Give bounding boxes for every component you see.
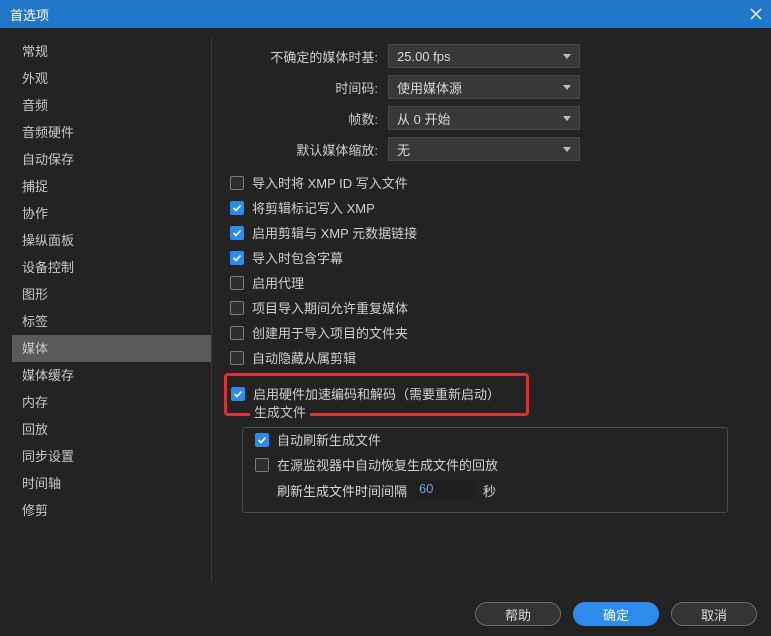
checkbox-box <box>230 276 244 290</box>
checkbox-restore-playback[interactable]: 在源监视器中自动恢复生成文件的回放 <box>255 455 715 474</box>
dropdown-indeterminate-timebase[interactable]: 25.00 fps <box>388 44 580 68</box>
checkbox-box <box>255 458 269 472</box>
sidebar-item[interactable]: 设备控制 <box>12 254 211 281</box>
checkbox-box <box>230 326 244 340</box>
sidebar-item[interactable]: 标签 <box>12 308 211 335</box>
label-frames: 帧数: <box>230 109 388 128</box>
checkbox-box <box>255 433 269 447</box>
checkbox-box <box>231 387 245 401</box>
checkbox-row[interactable]: 启用剪辑与 XMP 元数据链接 <box>230 223 755 242</box>
close-icon[interactable] <box>749 7 763 21</box>
sidebar-item[interactable]: 操纵面板 <box>12 227 211 254</box>
checkbox-label: 将剪辑标记写入 XMP <box>252 198 375 217</box>
dropdown-timecode[interactable]: 使用媒体源 <box>388 75 580 99</box>
dropdown-default-scale[interactable]: 无 <box>388 137 580 161</box>
refresh-interval-input[interactable]: 60 <box>415 480 475 500</box>
checkbox-label: 启用剪辑与 XMP 元数据链接 <box>252 223 417 242</box>
sidebar-item[interactable]: 常规 <box>12 38 211 65</box>
checkbox-auto-refresh[interactable]: 自动刷新生成文件 <box>255 430 715 449</box>
sidebar-item[interactable]: 音频 <box>12 92 211 119</box>
checkbox-row[interactable]: 创建用于导入项目的文件夹 <box>230 323 755 342</box>
checkbox-label: 自动刷新生成文件 <box>277 430 381 449</box>
chevron-down-icon <box>563 147 571 152</box>
dropdown-value: 从 0 开始 <box>397 109 450 128</box>
checkbox-label: 创建用于导入项目的文件夹 <box>252 323 408 342</box>
dropdown-value: 无 <box>397 140 410 159</box>
checkbox-row[interactable]: 导入时将 XMP ID 写入文件 <box>230 173 755 192</box>
help-button[interactable]: 帮助 <box>475 602 561 626</box>
checkbox-label: 导入时将 XMP ID 写入文件 <box>252 173 408 192</box>
sidebar: 常规外观音频音频硬件自动保存捕捉协作操纵面板设备控制图形标签媒体媒体缓存内存回放… <box>12 38 212 582</box>
sidebar-item[interactable]: 音频硬件 <box>12 119 211 146</box>
checkbox-box <box>230 301 244 315</box>
chevron-down-icon <box>563 85 571 90</box>
ok-button[interactable]: 确定 <box>573 602 659 626</box>
checkbox-row[interactable]: 导入时包含字幕 <box>230 248 755 267</box>
checkbox-row[interactable]: 启用代理 <box>230 273 755 292</box>
sidebar-item[interactable]: 同步设置 <box>12 443 211 470</box>
sidebar-item[interactable]: 捕捉 <box>12 173 211 200</box>
checkbox-box <box>230 251 244 265</box>
refresh-interval-label-post: 秒 <box>483 481 496 500</box>
checkbox-row[interactable]: 将剪辑标记写入 XMP <box>230 198 755 217</box>
label-indeterminate-timebase: 不确定的媒体时基: <box>230 47 388 66</box>
checkbox-label: 自动隐藏从属剪辑 <box>252 348 356 367</box>
checkbox-hw-accel[interactable]: 启用硬件加速编码和解码（需要重新启动） <box>231 384 522 403</box>
window-title: 首选项 <box>10 5 49 24</box>
checkbox-box <box>230 351 244 365</box>
sidebar-item[interactable]: 图形 <box>12 281 211 308</box>
checkbox-label: 在源监视器中自动恢复生成文件的回放 <box>277 455 498 474</box>
checkbox-label: 启用硬件加速编码和解码（需要重新启动） <box>253 384 500 403</box>
sidebar-item[interactable]: 内存 <box>12 389 211 416</box>
checkbox-box <box>230 226 244 240</box>
sidebar-item[interactable]: 协作 <box>12 200 211 227</box>
checkbox-label: 项目导入期间允许重复媒体 <box>252 298 408 317</box>
dropdown-value: 使用媒体源 <box>397 78 462 97</box>
label-timecode: 时间码: <box>230 78 388 97</box>
sidebar-item[interactable]: 时间轴 <box>12 470 211 497</box>
checkbox-box <box>230 201 244 215</box>
group-title: 生成文件 <box>250 402 310 421</box>
checkbox-label: 导入时包含字幕 <box>252 248 343 267</box>
sidebar-item[interactable]: 外观 <box>12 65 211 92</box>
sidebar-item[interactable]: 修剪 <box>12 497 211 524</box>
chevron-down-icon <box>563 54 571 59</box>
sidebar-item[interactable]: 回放 <box>12 416 211 443</box>
checkbox-box <box>230 176 244 190</box>
checkbox-row[interactable]: 项目导入期间允许重复媒体 <box>230 298 755 317</box>
refresh-interval-label-pre: 刷新生成文件时间间隔 <box>277 481 407 500</box>
sidebar-item[interactable]: 媒体 <box>12 335 211 362</box>
sidebar-item[interactable]: 媒体缓存 <box>12 362 211 389</box>
group-generated-files: 自动刷新生成文件 在源监视器中自动恢复生成文件的回放 刷新生成文件时间间隔 60… <box>242 427 728 513</box>
checkbox-label: 启用代理 <box>252 273 304 292</box>
cancel-button[interactable]: 取消 <box>671 602 757 626</box>
label-default-scale: 默认媒体缩放: <box>230 140 388 159</box>
dropdown-value: 25.00 fps <box>397 49 451 64</box>
checkbox-row[interactable]: 自动隐藏从属剪辑 <box>230 348 755 367</box>
sidebar-item[interactable]: 自动保存 <box>12 146 211 173</box>
dropdown-frames[interactable]: 从 0 开始 <box>388 106 580 130</box>
chevron-down-icon <box>563 116 571 121</box>
main-panel: 不确定的媒体时基: 25.00 fps 时间码: 使用媒体源 帧数: 从 0 开… <box>212 38 759 582</box>
